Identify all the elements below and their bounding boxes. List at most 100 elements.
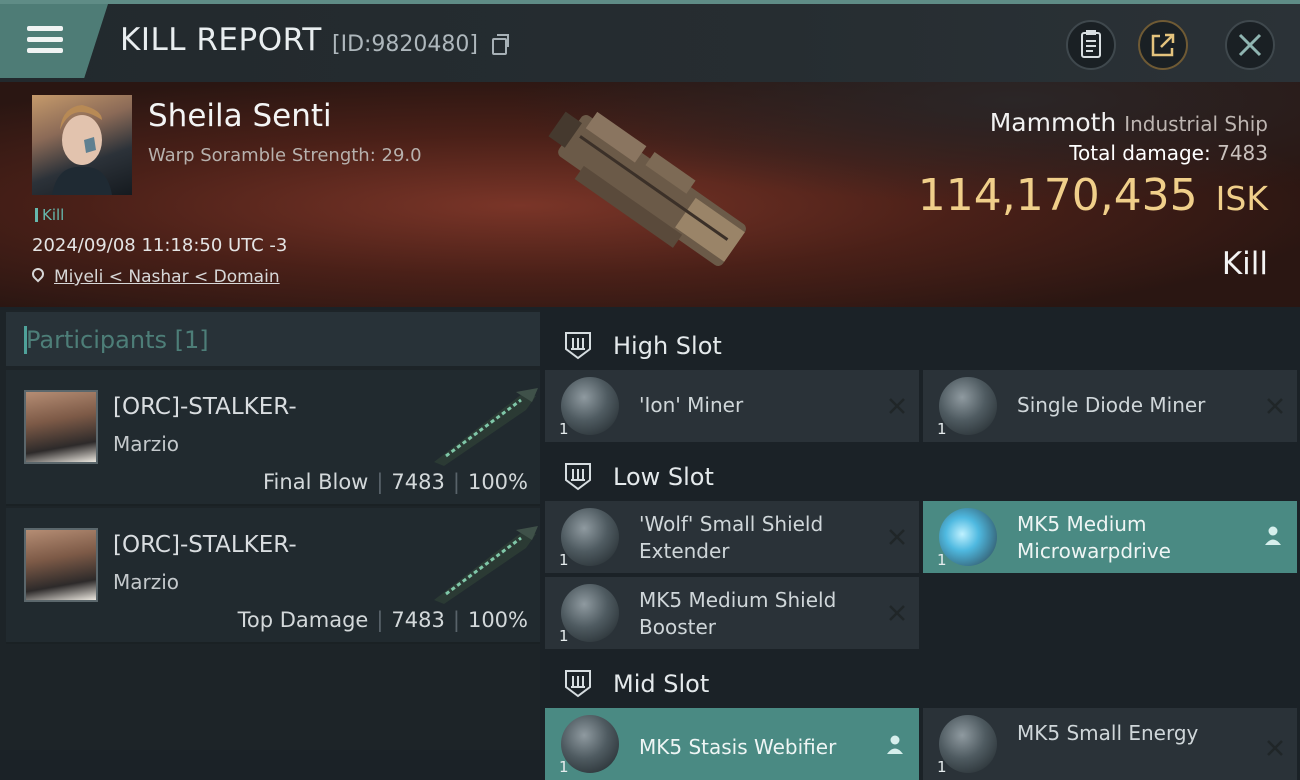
participant-label: Top Damage (237, 608, 369, 632)
energy-module-icon (939, 715, 997, 773)
ship-class: Industrial Ship (1124, 112, 1268, 136)
participant-character: Marzio (113, 570, 180, 594)
destroyed-x-icon (889, 605, 905, 621)
clipboard-button[interactable] (1066, 20, 1116, 70)
person-icon (887, 735, 903, 754)
ship-name: Mammoth (989, 108, 1117, 137)
participant-percent: 100% (467, 608, 528, 632)
module-name: 'Ion' Miner (639, 393, 744, 417)
miner-icon (939, 377, 997, 435)
module-item[interactable]: 1 'Ion' Miner (545, 370, 919, 442)
close-button[interactable] (1225, 20, 1275, 70)
module-name: MK5 Stasis Webifier (639, 735, 837, 759)
close-icon (1238, 33, 1262, 57)
share-icon (1151, 33, 1175, 57)
module-name-line1: 'Wolf' Small Shield (639, 512, 824, 536)
high-slot-title: High Slot (613, 332, 722, 360)
miner-icon (561, 377, 619, 435)
participant-stats: Top Damage | 7483 | 100% (238, 608, 528, 632)
module-name: MK5 Medium Microwarpdrive (1017, 511, 1171, 565)
module-quantity: 1 (937, 551, 947, 569)
low-slot-header: Low Slot (545, 445, 1300, 505)
separator: | (452, 470, 460, 494)
module-quantity: 1 (937, 758, 947, 776)
participant-ship-image (434, 526, 538, 604)
mid-slot-icon (565, 670, 591, 698)
module-item-highlighted[interactable]: 1 MK5 Stasis Webifier (545, 708, 919, 780)
destroyed-x-icon (1267, 740, 1283, 756)
module-item[interactable]: 1 MK5 Small Energy (923, 708, 1297, 780)
module-item[interactable]: 1 'Wolf' Small Shield Extender (545, 501, 919, 573)
kill-datetime: 2024/09/08 11:18:50 UTC -3 (32, 235, 288, 256)
copy-icon[interactable] (492, 34, 509, 55)
high-slot-header: High Slot (545, 314, 1300, 374)
low-slot-title: Low Slot (613, 463, 714, 491)
module-name: Single Diode Miner (1017, 393, 1206, 417)
participant-stats: Final Blow | 7483 | 100% (263, 470, 528, 494)
isk-value-line: 114,170,435 ISK (918, 170, 1268, 221)
module-item-highlighted[interactable]: 1 MK5 Medium Microwarpdrive (923, 501, 1297, 573)
participant-percent: 100% (467, 470, 528, 494)
separator: | (376, 470, 384, 494)
damage-label: Total damage: (1069, 141, 1211, 165)
participant-ship-image (434, 388, 538, 466)
module-item[interactable]: 1 Single Diode Miner (923, 370, 1297, 442)
destroyed-x-icon (1267, 398, 1283, 414)
participant-character: Marzio (113, 432, 180, 456)
module-quantity: 1 (937, 420, 947, 438)
module-item[interactable]: 1 MK5 Medium Shield Booster (545, 577, 919, 649)
participant-label: Final Blow (263, 470, 369, 494)
module-name-line1: MK5 Medium Shield (639, 588, 837, 612)
warp-scramble-strength: Warp Soramble Strength: 29.0 (148, 145, 422, 166)
participant-damage: 7483 (391, 470, 445, 494)
victim-avatar[interactable] (32, 95, 132, 195)
participant-damage: 7483 (391, 608, 445, 632)
location-link[interactable]: Miyeli < Nashar < Domain (54, 267, 280, 287)
share-button[interactable] (1138, 20, 1188, 70)
module-name-line2: Extender (639, 539, 730, 563)
participant-avatar (24, 528, 98, 602)
separator: | (376, 608, 384, 632)
module-name-line2: Booster (639, 615, 716, 639)
isk-value: 114,170,435 (917, 170, 1198, 221)
high-slot-icon (565, 332, 591, 360)
mid-slot-header: Mid Slot (545, 652, 1300, 712)
damage-value: 7483 (1217, 141, 1268, 165)
participant-name: [ORC]-STALKER- (113, 532, 297, 558)
module-name: MK5 Small Energy (1017, 721, 1199, 745)
module-name: MK5 Medium Shield Booster (639, 587, 836, 641)
module-quantity: 1 (559, 551, 569, 569)
participant-avatar (24, 390, 98, 464)
destroyed-x-icon (889, 398, 905, 414)
page-title: KILL REPORT (120, 22, 322, 58)
kill-tag: Kill (35, 206, 64, 224)
mid-slot-title: Mid Slot (613, 670, 710, 698)
participants-title: Participants [1] (24, 326, 209, 354)
module-quantity: 1 (559, 758, 569, 776)
microwarpdrive-icon (939, 508, 997, 566)
kill-result: Kill (1221, 246, 1268, 282)
participant-name: [ORC]-STALKER- (113, 394, 297, 420)
module-name: 'Wolf' Small Shield Extender (639, 511, 823, 565)
shield-extender-icon (561, 508, 619, 566)
module-name-line2: Microwarpdrive (1017, 539, 1171, 563)
participant-row[interactable]: [ORC]-STALKER- Marzio Top Damage | 7483 | 10… (6, 508, 540, 644)
fitting-slots: High Slot 1 'Ion' Miner 1 Single Diode M… (545, 310, 1300, 780)
isk-unit: ISK (1215, 179, 1268, 218)
clipboard-icon (1081, 30, 1101, 58)
stasis-webifier-icon (561, 715, 619, 773)
module-name-line1: MK5 Medium (1017, 512, 1147, 536)
kill-id: [ID:9820480] (332, 32, 478, 57)
person-icon (1265, 526, 1281, 545)
destroyed-x-icon (889, 529, 905, 545)
ship-info: Mammoth Industrial Ship (990, 108, 1268, 137)
victim-ship-image (548, 111, 746, 266)
portrait-image (52, 105, 112, 195)
shield-booster-icon (561, 584, 619, 642)
low-slot-icon (565, 463, 591, 491)
participant-row[interactable]: [ORC]-STALKER- Marzio Final Blow | 7483 | 10… (6, 370, 540, 506)
module-quantity: 1 (559, 627, 569, 645)
separator: | (452, 608, 460, 632)
total-damage: Total damage: 7483 (1069, 141, 1268, 165)
module-quantity: 1 (559, 420, 569, 438)
